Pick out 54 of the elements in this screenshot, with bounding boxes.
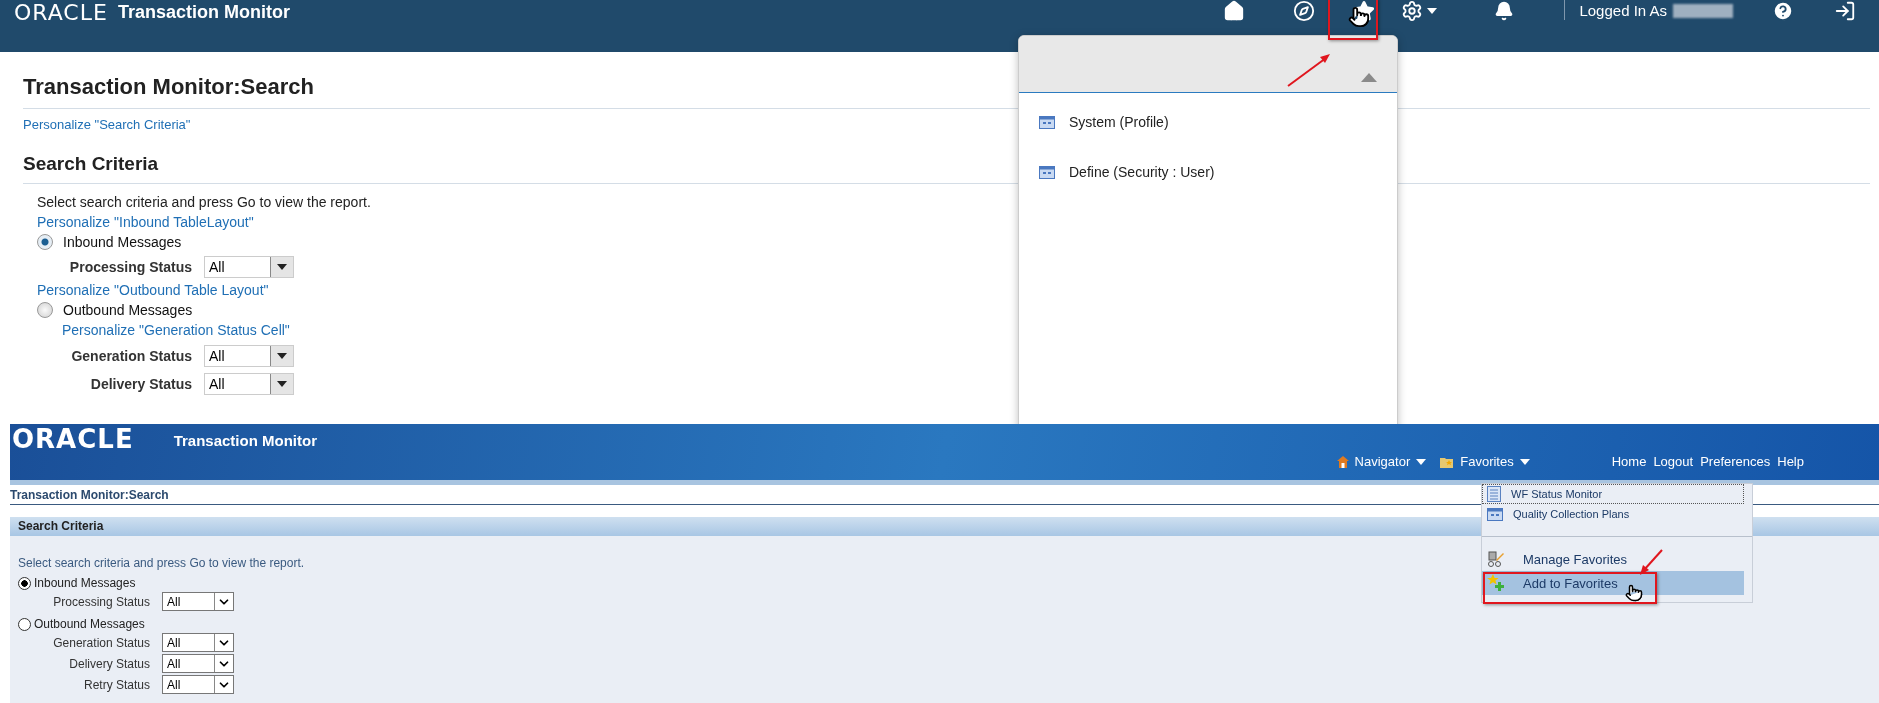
personalize-link[interactable]: Personalize "Inbound TableLayout" — [37, 214, 254, 230]
radio-button[interactable] — [37, 302, 53, 318]
personalize-link[interactable]: Personalize "Generation Status Cell" — [62, 322, 290, 338]
dropdown-select[interactable]: All — [162, 633, 234, 652]
field-label: Generation Status — [52, 635, 150, 650]
header-link[interactable]: Logout — [1653, 454, 1694, 469]
oracle-logo: ORACLE — [12, 424, 134, 454]
radio-label: Outbound Messages — [63, 302, 193, 318]
menu-item[interactable]: Add to Favorites — [1482, 571, 1744, 595]
header-link[interactable]: Home — [1611, 454, 1647, 469]
dropdown-select[interactable]: All — [162, 654, 234, 673]
dropdown-select[interactable]: All — [204, 373, 294, 395]
header-link[interactable]: Help — [1777, 454, 1804, 469]
header-menu[interactable]: Favorites — [1440, 454, 1530, 469]
field-label: Delivery Status — [89, 376, 192, 392]
dropdown-select[interactable]: All — [162, 675, 234, 694]
field-label: Generation Status — [70, 348, 192, 364]
instructions-text: Select search criteria and press Go to view the report. — [18, 556, 305, 570]
field-label: Processing Status — [68, 259, 192, 275]
field-label: Delivery Status — [68, 656, 150, 671]
radio-button[interactable] — [37, 234, 53, 250]
app-title: Transaction Monitor — [173, 432, 317, 449]
annotation-arrow — [1638, 548, 1664, 576]
blurred-username — [1673, 4, 1733, 18]
radio-label: Outbound Messages — [34, 617, 145, 631]
folder-star-icon — [1440, 455, 1455, 468]
radio-button[interactable] — [18, 576, 31, 590]
star-plus-icon — [1487, 574, 1505, 592]
logged-in-label: Logged In As — [1579, 2, 1667, 19]
menu-item[interactable]: WF Status Monitor — [1482, 484, 1744, 504]
oracle-logo: ORACLE — [14, 0, 108, 25]
personalize-link[interactable]: Personalize "Outbound Table Layout" — [37, 282, 269, 298]
header-menu[interactable]: Navigator — [1336, 454, 1427, 469]
dropdown-select[interactable]: All — [204, 256, 294, 278]
field-label: Retry Status — [82, 677, 150, 692]
app-title: Transaction Monitor — [117, 2, 290, 23]
document-icon — [1487, 486, 1501, 502]
personalize-link[interactable]: Personalize "Search Criteria" — [23, 117, 191, 132]
menu-item[interactable]: Manage Favorites — [1482, 547, 1631, 571]
annotation-arrow — [1286, 52, 1332, 88]
dropdown-select[interactable]: All — [204, 345, 294, 367]
window-icon — [1039, 115, 1055, 129]
collapse-triangle-icon[interactable] — [1361, 73, 1377, 82]
radio-button[interactable] — [18, 617, 31, 631]
radio-label: Inbound Messages — [63, 234, 182, 250]
radio-label: Inbound Messages — [34, 576, 136, 590]
dropdown-select[interactable]: All — [162, 592, 234, 611]
trash-pencil-icon — [1487, 550, 1505, 568]
window-icon — [1487, 507, 1503, 521]
field-label: Processing Status — [52, 594, 150, 609]
house-icon — [1336, 455, 1349, 468]
window-icon — [1039, 165, 1055, 179]
header-link[interactable]: Preferences — [1700, 454, 1771, 469]
instructions-text: Select search criteria and press Go to view the report. — [37, 194, 371, 210]
